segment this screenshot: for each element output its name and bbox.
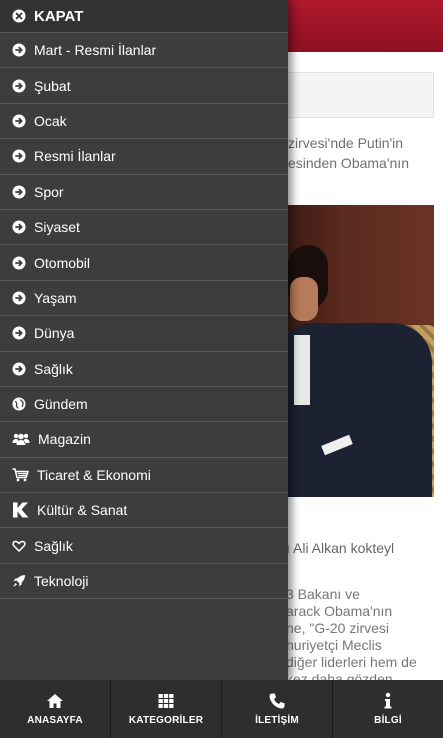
nav-info-label: BİLGİ xyxy=(374,715,402,726)
globe-icon xyxy=(12,397,26,411)
article-lead-line: esinden Obama'nın xyxy=(288,155,409,171)
arrow-circle-right-icon xyxy=(12,326,26,340)
phone-icon xyxy=(268,692,286,710)
close-menu-button[interactable]: KAPAT xyxy=(0,0,288,33)
menu-item-saglik[interactable]: Sağlık xyxy=(0,352,288,387)
search-box[interactable] xyxy=(282,72,434,118)
menu-item-saglik-2[interactable]: Sağlık xyxy=(0,528,288,564)
menu-item-label: Şubat xyxy=(34,77,71,94)
article-body-line: kez daha gözden xyxy=(286,671,393,680)
menu-item-label: Magazin xyxy=(38,431,91,448)
arrow-circle-right-icon xyxy=(12,79,26,93)
article-body-line: arack Obama'nın xyxy=(286,603,393,619)
article-lead-line: zirvesi'nde Putin'in xyxy=(288,135,404,151)
nav-info-button[interactable]: BİLGİ xyxy=(333,680,443,738)
article-body-line: huriyetçi Meclis xyxy=(286,637,382,653)
k-logo-icon xyxy=(12,502,29,518)
nav-home-label: ANASAYFA xyxy=(27,715,83,726)
arrow-circle-right-icon xyxy=(12,256,26,270)
side-menu-drawer: KAPAT Mart - Resmi İlanlar Şubat Ocak Re… xyxy=(0,0,288,680)
arrow-circle-right-icon xyxy=(12,149,26,163)
menu-item-spor[interactable]: Spor xyxy=(0,175,288,210)
menu-item-dunya[interactable]: Dünya xyxy=(0,316,288,352)
article-body-line: 3 Bakanı ve xyxy=(286,586,360,602)
menu-item-ocak[interactable]: Ocak xyxy=(0,104,288,140)
arrow-circle-right-icon xyxy=(12,185,26,199)
menu-item-magazin[interactable]: Magazin xyxy=(0,422,288,458)
users-icon xyxy=(12,432,30,446)
menu-item-otomobil[interactable]: Otomobil xyxy=(0,245,288,281)
arrow-circle-right-icon xyxy=(12,43,26,57)
menu-item-label: Teknoloji xyxy=(34,573,89,590)
close-icon xyxy=(12,9,26,23)
menu-item-gundem[interactable]: Gündem xyxy=(0,387,288,423)
menu-item-label: Ocak xyxy=(34,112,67,129)
article-lead: zirvesi'nde Putin'in esinden Obama'nın xyxy=(288,133,438,173)
menu-item-label: Sağlık xyxy=(34,360,73,377)
close-menu-label: KAPAT xyxy=(34,7,84,25)
nav-categories-button[interactable]: KATEGORİLER xyxy=(111,680,222,738)
menu-item-label: Siyaset xyxy=(34,219,80,236)
menu-item-subat[interactable]: Şubat xyxy=(0,68,288,104)
menu-item-label: Otomobil xyxy=(34,254,91,271)
nav-home-button[interactable]: ANASAYFA xyxy=(0,680,111,738)
menu-item-teknoloji[interactable]: Teknoloji xyxy=(0,564,288,600)
nav-contact-label: İLETİŞİM xyxy=(255,715,299,726)
menu-item-label: Kültür & Sanat xyxy=(37,502,128,519)
menu-item-resmi-ilanlar[interactable]: Resmi İlanlar xyxy=(0,139,288,175)
rocket-icon xyxy=(12,574,26,588)
arrow-circle-right-icon xyxy=(12,291,26,305)
menu-item-mart-resmi-ilanlar[interactable]: Mart - Resmi İlanlar xyxy=(0,33,288,69)
nav-contact-button[interactable]: İLETİŞİM xyxy=(222,680,333,738)
menu-item-siyaset[interactable]: Siyaset xyxy=(0,210,288,246)
menu-item-label: Ticaret & Ekonomi xyxy=(37,466,151,483)
grid-icon xyxy=(157,692,175,710)
menu-item-label: Resmi İlanlar xyxy=(34,148,116,165)
menu-item-label: Dünya xyxy=(34,325,75,342)
article-photo xyxy=(282,205,434,497)
menu-item-label: Spor xyxy=(34,183,64,200)
nav-categories-label: KATEGORİLER xyxy=(128,715,204,726)
bottom-navigation-bar: ANASAYFA KATEGORİLER İLETİŞİM BİLGİ xyxy=(0,680,443,738)
info-icon xyxy=(379,692,397,710)
article-body-line: diğer liderleri hem de xyxy=(286,654,417,670)
article-body: 3 Bakanı ve arack Obama'nın ne, "G-20 zi… xyxy=(286,586,436,680)
menu-item-label: Sağlık xyxy=(34,537,73,554)
menu-item-kultur-sanat[interactable]: Kültür & Sanat xyxy=(0,493,288,529)
arrow-circle-right-icon xyxy=(12,362,26,376)
menu-item-label: Gündem xyxy=(34,396,88,413)
article-body-line: ne, "G-20 zirvesi xyxy=(286,620,390,636)
heart-icon xyxy=(12,539,26,553)
home-icon xyxy=(46,692,64,710)
arrow-circle-right-icon xyxy=(12,220,26,234)
menu-item-ticaret-ekonomi[interactable]: Ticaret & Ekonomi xyxy=(0,458,288,494)
photo-caption: ı Ali Alkan kokteyl xyxy=(286,540,395,556)
arrow-circle-right-icon xyxy=(12,114,26,128)
menu-item-label: Yaşam xyxy=(34,289,77,306)
menu-item-label: Mart - Resmi İlanlar xyxy=(34,42,157,59)
menu-item-yasam[interactable]: Yaşam xyxy=(0,281,288,317)
cart-icon xyxy=(12,468,29,482)
